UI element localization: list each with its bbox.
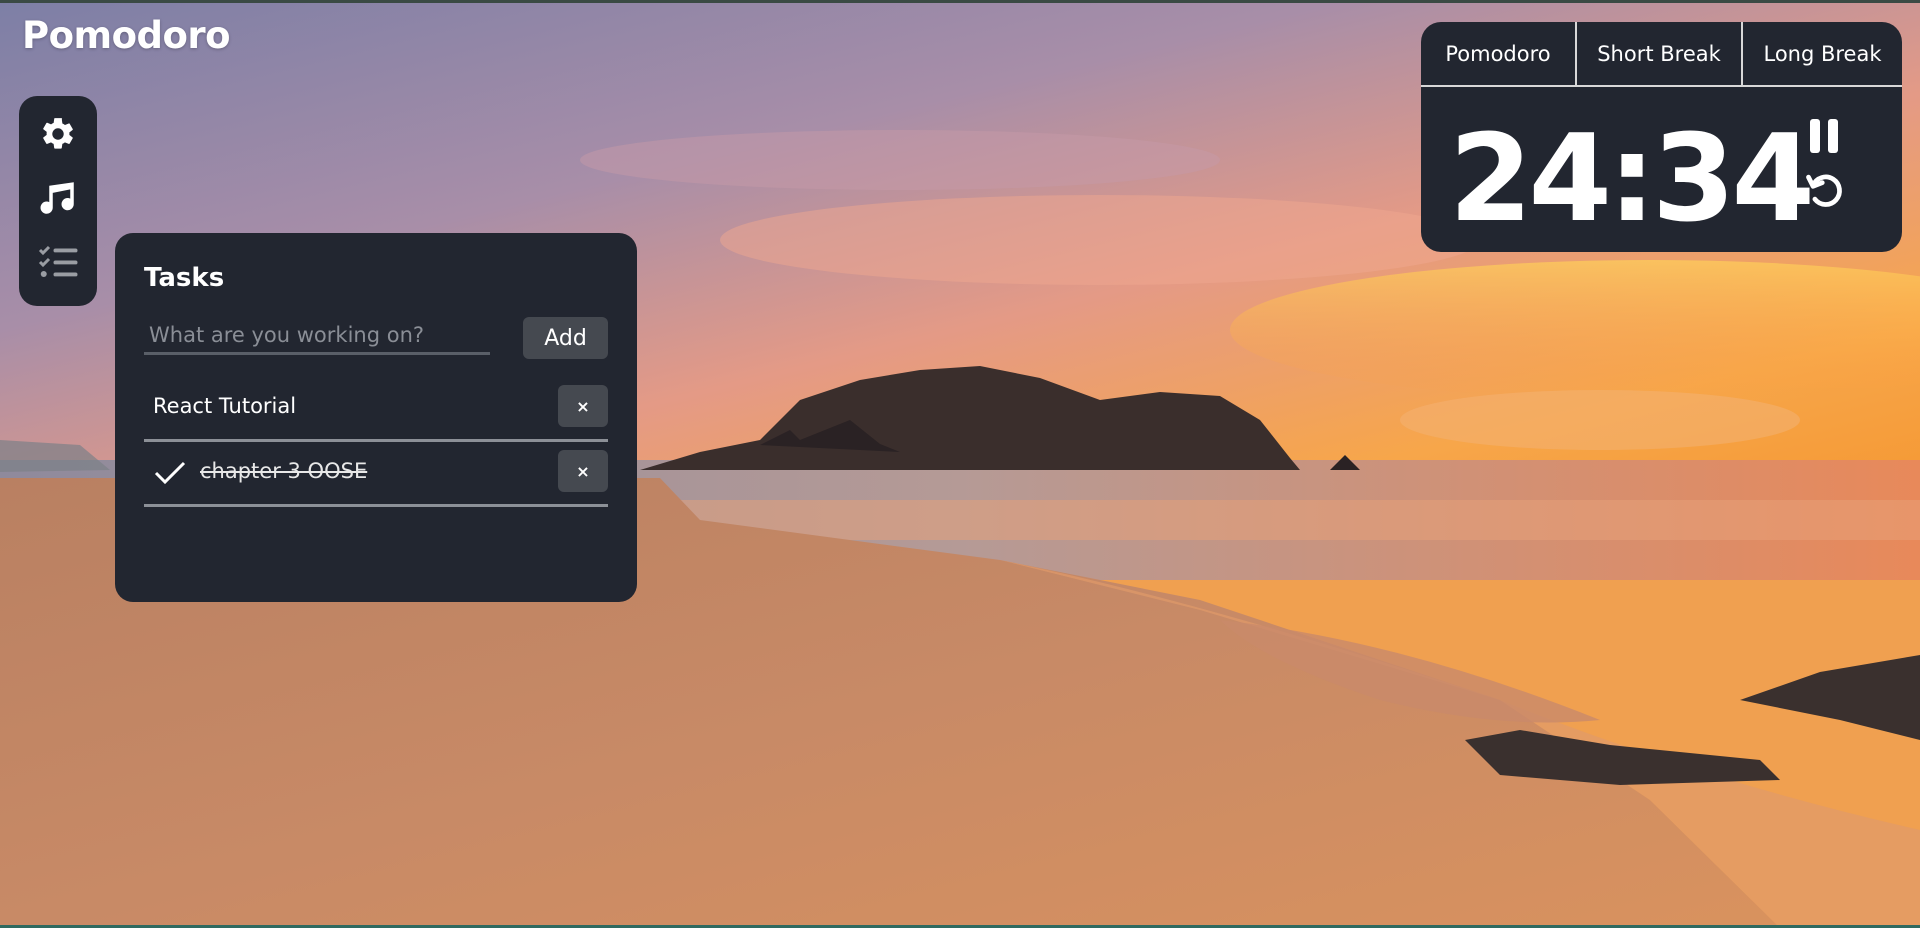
checklist-icon [38,245,78,277]
remove-task-button[interactable]: × [558,385,608,427]
task-item[interactable]: chapter 3 OOSE × [144,444,608,507]
timer-mode-tabs: Pomodoro Short Break Long Break [1421,22,1902,87]
music-button[interactable] [36,176,80,220]
add-task-button[interactable]: Add [523,317,608,359]
app-root: Pomodoro Tasks Add [0,0,1920,928]
app-title: Pomodoro [22,14,231,57]
task-item[interactable]: React Tutorial × [144,379,608,442]
task-label: chapter 3 OOSE [200,459,368,483]
gear-icon [43,118,73,149]
remove-task-button[interactable]: × [558,450,608,492]
task-input[interactable] [144,317,490,355]
pause-icon [1810,119,1838,153]
task-label: React Tutorial [153,394,297,418]
restart-icon [1806,174,1842,207]
check-icon[interactable] [154,459,186,487]
tab-short-break[interactable]: Short Break [1575,22,1741,85]
sidebar [19,96,97,306]
tasks-toggle-button[interactable] [36,240,80,284]
top-border [0,0,1920,3]
pause-button[interactable] [1804,114,1844,158]
restart-button[interactable] [1802,167,1848,213]
timer-panel: Pomodoro Short Break Long Break 24:34 [1421,22,1902,252]
settings-button[interactable] [36,112,80,156]
tab-pomodoro[interactable]: Pomodoro [1421,22,1575,85]
timer-display: 24:34 [1449,110,1815,249]
tasks-panel: Tasks Add React Tutorial × chapter 3 OOS… [115,233,637,602]
tasks-title: Tasks [144,263,225,293]
tab-long-break[interactable]: Long Break [1741,22,1902,85]
music-note-icon [40,182,74,214]
